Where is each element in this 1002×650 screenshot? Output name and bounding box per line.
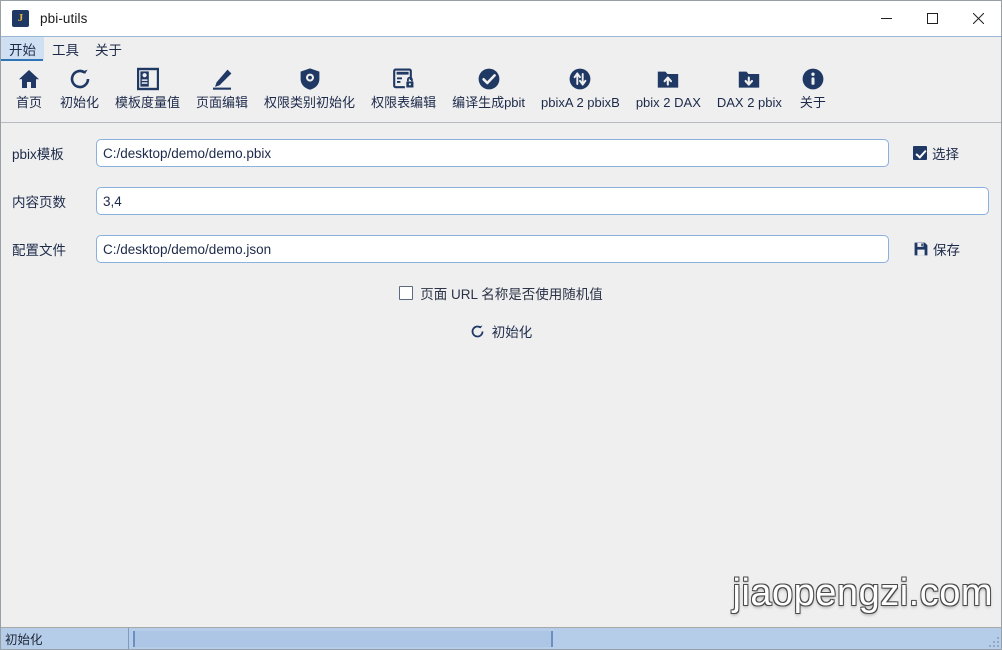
save-button[interactable]: 保存 xyxy=(913,239,960,259)
toolbar-button-page-edit[interactable]: 页面编辑 xyxy=(188,60,256,110)
toolbar-button-home[interactable]: 首页 xyxy=(6,60,52,110)
menu-tools[interactable]: 工具 xyxy=(44,37,87,60)
window-title: pbi-utils xyxy=(40,11,88,26)
toolbar-button-role-table-edit[interactable]: 权限表编辑 xyxy=(363,60,444,110)
menu-about[interactable]: 关于 xyxy=(87,37,130,60)
select-checkbox-group[interactable]: 选择 xyxy=(913,143,959,163)
close-button[interactable] xyxy=(955,1,1001,36)
info-icon xyxy=(798,65,828,92)
title-bar: J pbi-utils xyxy=(1,1,1001,36)
toolbar-button-role-init[interactable]: 权限类别初始化 xyxy=(256,60,363,110)
label-config-file: 配置文件 xyxy=(12,243,66,258)
folder-down-icon xyxy=(734,65,764,92)
progress-bar xyxy=(133,630,553,647)
toolbar-button-compile-pbit[interactable]: 编译生成pbit xyxy=(444,60,533,110)
folder-up-icon xyxy=(653,65,683,92)
site-watermark: jiaopengzi.com xyxy=(732,572,993,614)
content-pages-input[interactable] xyxy=(96,187,989,215)
select-checkbox[interactable] xyxy=(913,146,927,160)
menu-start[interactable]: 开始 xyxy=(1,37,44,60)
toolbar-button-dax-2-pbix[interactable]: DAX 2 pbix xyxy=(709,60,790,110)
toolbar-label-template-measure: 模板度量值 xyxy=(115,95,181,110)
toolbar-label-dax-2-pbix: DAX 2 pbix xyxy=(716,95,782,110)
toolbar-button-init[interactable]: 初始化 xyxy=(52,60,107,110)
toolbar-label-compile-pbit: 编译生成pbit xyxy=(452,95,526,110)
config-file-input[interactable] xyxy=(96,235,889,263)
application-window: J pbi-utils 开始 工具 关于 首页 初始化 模板度量值 页面编辑 权… xyxy=(0,0,1002,650)
home-icon xyxy=(14,65,44,92)
init-button-label: 初始化 xyxy=(491,325,533,340)
random-url-checkbox[interactable] xyxy=(399,286,414,300)
pbix-template-input[interactable] xyxy=(96,139,889,167)
pencil-icon xyxy=(207,65,237,92)
window-controls xyxy=(863,1,1001,36)
toolbar-label-home: 首页 xyxy=(15,95,42,110)
resize-grip[interactable] xyxy=(987,635,999,647)
random-url-checkbox-label: 页面 URL 名称是否使用随机值 xyxy=(420,287,603,302)
toolbar-label-about: 关于 xyxy=(799,95,826,110)
status-filler xyxy=(557,628,1001,649)
maximize-button[interactable] xyxy=(909,1,955,36)
init-button[interactable]: 初始化 xyxy=(1,321,1001,341)
table-lock-icon xyxy=(389,65,419,92)
reset-icon xyxy=(470,324,485,339)
toolbar-label-role-init: 权限类别初始化 xyxy=(264,95,356,110)
menu-bar: 开始 工具 关于 xyxy=(1,36,1001,60)
shield-icon xyxy=(295,65,325,92)
main-content: pbix模板 选择 内容页数 配置文件 xyxy=(1,123,1001,627)
form-row-content-pages: 内容页数 xyxy=(1,187,1001,215)
check-circle-icon xyxy=(474,65,504,92)
toolbar-button-template-measure[interactable]: 模板度量值 xyxy=(107,60,188,110)
toolbar-label-pbix-2-dax: pbix 2 DAX xyxy=(635,95,701,110)
template-measure-icon xyxy=(133,65,163,92)
toolbar-label-page-edit: 页面编辑 xyxy=(196,95,249,110)
select-checkbox-label: 选择 xyxy=(932,147,959,162)
form-row-config-file: 配置文件 保存 xyxy=(1,235,1001,263)
swap-arrows-icon xyxy=(565,65,595,92)
toolbar: 首页 初始化 模板度量值 页面编辑 权限类别初始化 权限表编辑 编译生成pbit… xyxy=(1,59,1001,123)
reset-icon xyxy=(65,65,95,92)
random-url-checkbox-group[interactable]: 页面 URL 名称是否使用随机值 xyxy=(1,283,1001,303)
toolbar-label-role-table-edit: 权限表编辑 xyxy=(371,95,437,110)
toolbar-button-pbixa-2-pbixb[interactable]: pbixA 2 pbixB xyxy=(533,60,628,110)
label-content-pages: 内容页数 xyxy=(12,195,66,210)
toolbar-button-pbix-2-dax[interactable]: pbix 2 DAX xyxy=(628,60,709,110)
label-pbix-template: pbix模板 xyxy=(12,147,64,162)
status-progress-area xyxy=(129,628,557,649)
form-row-pbix-template: pbix模板 选择 xyxy=(1,139,1001,167)
minimize-button[interactable] xyxy=(863,1,909,36)
toolbar-label-init: 初始化 xyxy=(60,95,100,110)
status-message: 初始化 xyxy=(1,628,129,649)
save-icon xyxy=(913,242,928,257)
toolbar-button-about[interactable]: 关于 xyxy=(790,60,836,110)
status-bar: 初始化 xyxy=(1,627,1001,649)
app-icon-j: J xyxy=(12,10,29,27)
toolbar-label-pbixa-2-pbixb: pbixA 2 pbixB xyxy=(541,95,620,110)
save-button-label: 保存 xyxy=(933,243,960,258)
